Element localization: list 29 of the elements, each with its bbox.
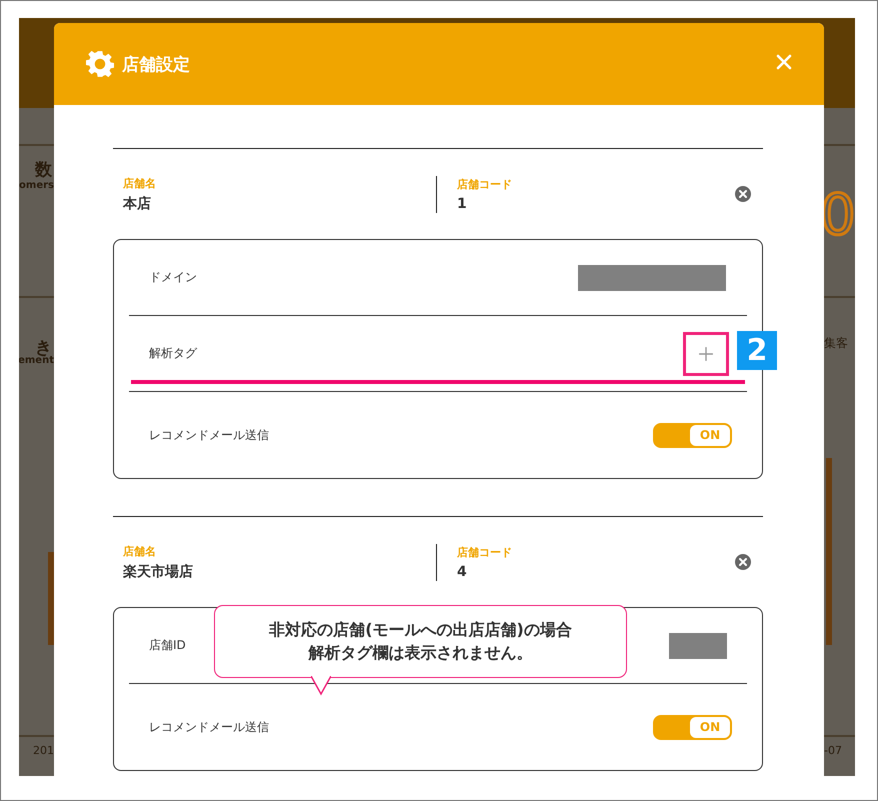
- stat-title: 数: [35, 159, 52, 181]
- field-label: 店舗名: [123, 176, 157, 190]
- store-code: 1: [457, 196, 468, 212]
- setting-label: 解析タグ: [149, 345, 197, 362]
- axis-label: 201: [33, 744, 54, 757]
- callout-text: 解析タグ欄は表示されません。: [308, 642, 532, 664]
- redacted-field: [669, 632, 727, 658]
- setting-label: レコメンドメール送信: [149, 718, 269, 736]
- gear-icon: [86, 50, 114, 78]
- add-button[interactable]: [683, 332, 729, 376]
- field-label: 店舗コード: [457, 176, 513, 192]
- store-name: 本店: [123, 194, 152, 212]
- axis-label: -07: [824, 744, 842, 757]
- store-code: 4: [457, 564, 468, 580]
- remove-icon[interactable]: [735, 186, 751, 202]
- stat-title: 集客: [824, 335, 848, 352]
- remove-icon[interactable]: [735, 554, 751, 570]
- field-label: 店舗名: [123, 544, 157, 558]
- toggle-switch[interactable]: ON: [653, 714, 732, 740]
- dialog-title: 店舗設定: [122, 54, 191, 76]
- setting-label: レコメンドメール送信: [149, 426, 269, 444]
- setting-label: 店舗ID: [149, 637, 186, 654]
- setting-label: ドメイン: [149, 269, 197, 286]
- callout-text: 非対応の店舗(モールへの出店店舗)の場合: [269, 619, 572, 642]
- toggle-switch[interactable]: ON: [653, 422, 732, 448]
- field-label: 店舗コード: [457, 544, 513, 560]
- store-name: 楽天市場店: [123, 562, 194, 580]
- step-badge: 2: [737, 331, 777, 370]
- stat-subtitle: omers: [19, 180, 54, 191]
